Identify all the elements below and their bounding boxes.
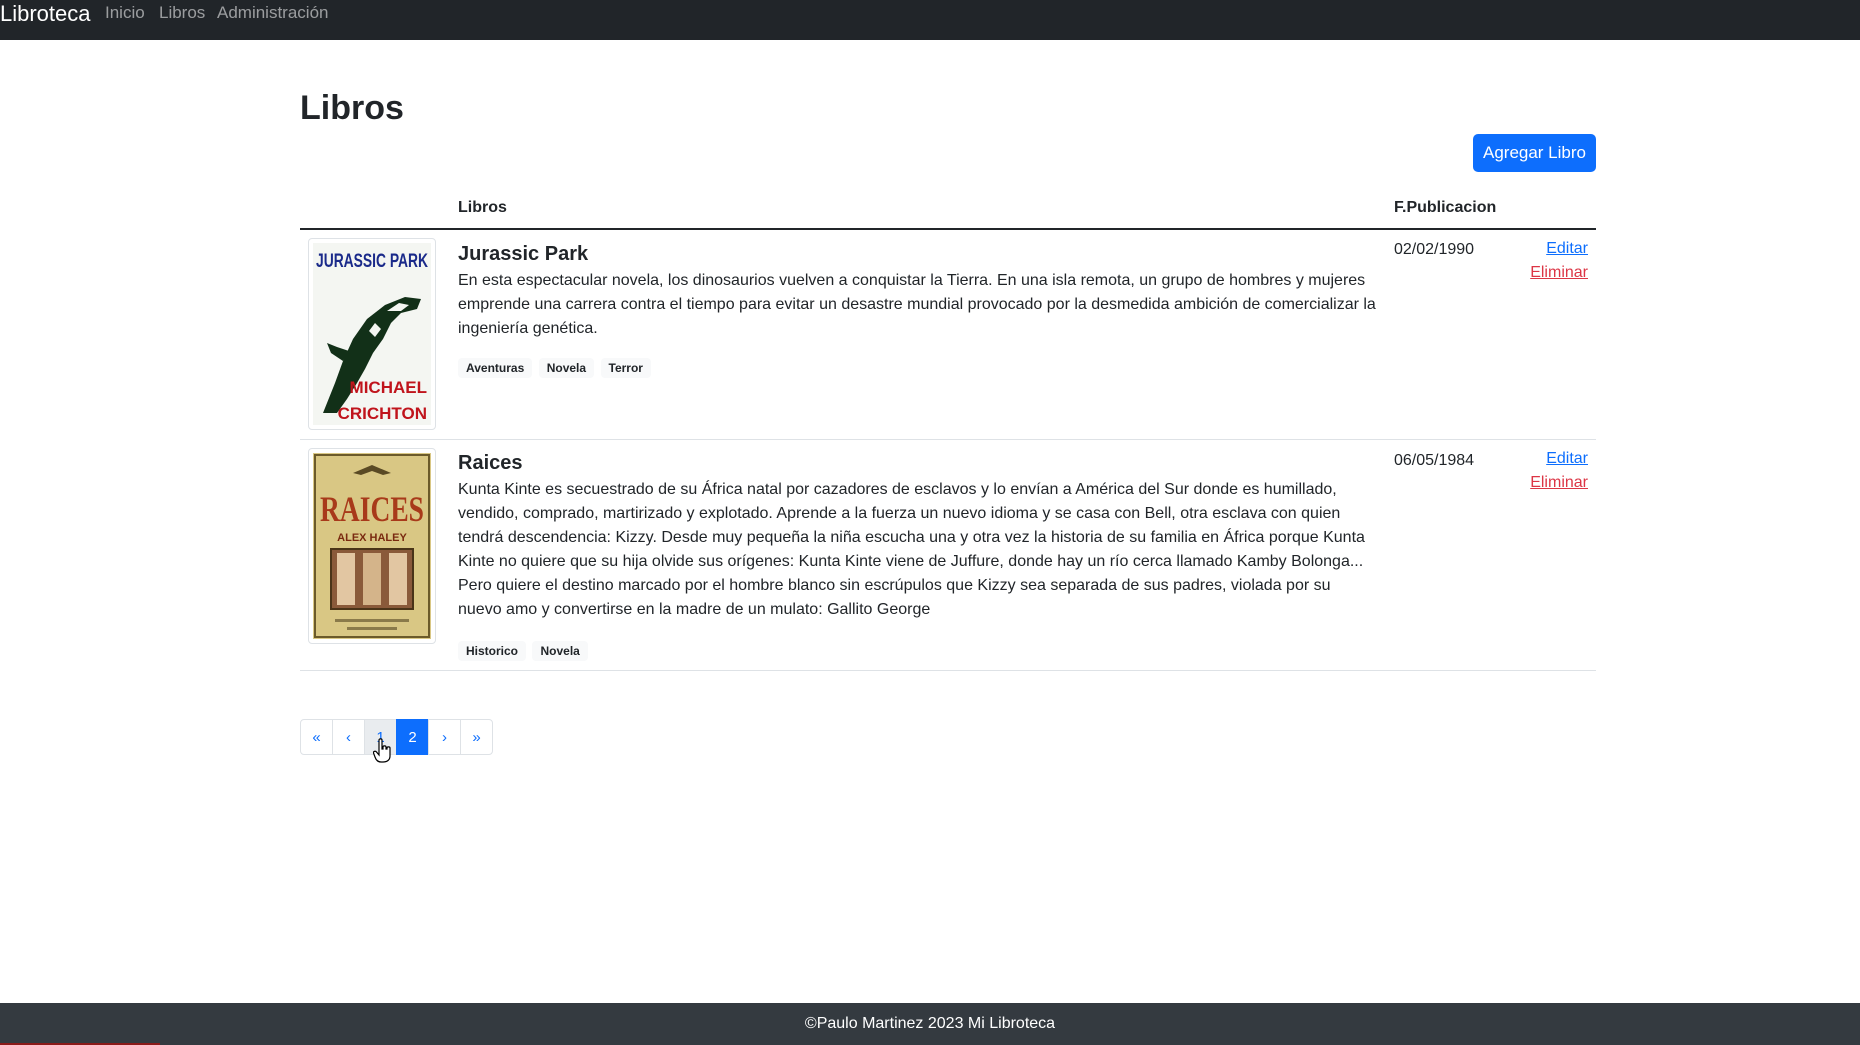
footer: ©Paulo Martinez 2023 Mi Libroteca (0, 1003, 1860, 1045)
column-header-books: Libros (458, 199, 507, 216)
book-description: Kunta Kinte es secuestrado de su África … (458, 481, 1365, 618)
edit-link[interactable]: Editar (1546, 450, 1588, 468)
table-row: JURASSIC PARK MICHAEL CRICHTON Jurassic … (300, 230, 1596, 440)
book-title: Jurassic Park (458, 243, 589, 265)
last-page-button[interactable]: » (460, 719, 493, 755)
delete-link[interactable]: Eliminar (1530, 264, 1588, 282)
next-page-button[interactable]: › (428, 719, 461, 755)
publication-date: 02/02/1990 (1394, 241, 1475, 258)
top-navbar: Libroteca Inicio Libros Administración (0, 0, 1860, 40)
genre-badge: Aventuras (458, 358, 533, 378)
column-header-date: F.Publicacion (1394, 199, 1497, 216)
publication-date: 06/05/1984 (1394, 452, 1475, 469)
table-header: Libros F.Publicacion (300, 190, 1596, 230)
brand-link[interactable]: Libroteca (0, 0, 91, 40)
nav-link-administracion[interactable]: Administración (217, 2, 329, 24)
book-cover-jurassic-park: JURASSIC PARK MICHAEL CRICHTON (308, 238, 436, 430)
svg-text:CRICHTON: CRICHTON (338, 404, 427, 423)
raices-cover-image: RAICES ALEX HALEY (313, 453, 431, 639)
svg-text:MICHAEL: MICHAEL (350, 378, 427, 397)
jurassic-park-cover-image: JURASSIC PARK MICHAEL CRICHTON (313, 243, 431, 425)
svg-text:JURASSIC PARK: JURASSIC PARK (316, 251, 428, 272)
genre-badge: Terror (600, 358, 651, 378)
first-page-button[interactable]: « (300, 719, 333, 755)
page-title: Libros (300, 89, 404, 127)
footer-text: ©Paulo Martinez 2023 Mi Libroteca (804, 1015, 1056, 1032)
add-book-button[interactable]: Agregar Libro (1473, 134, 1596, 172)
page-2-button[interactable]: 2 (396, 719, 429, 755)
nav-link-libros[interactable]: Libros (159, 2, 205, 24)
book-title: Raices (458, 452, 523, 474)
genre-badge: Novela (532, 641, 588, 661)
genre-badge: Historico (458, 641, 527, 661)
table-row: RAICES ALEX HALEY Raices Kunta Kinte es … (300, 440, 1596, 671)
svg-text:ALEX HALEY: ALEX HALEY (337, 532, 407, 544)
svg-text:RAICES: RAICES (320, 489, 424, 529)
previous-page-button[interactable]: ‹ (332, 719, 365, 755)
edit-link[interactable]: Editar (1546, 240, 1588, 258)
book-tags: Aventuras Novela Terror (458, 358, 653, 378)
book-tags: Historico Novela (458, 641, 590, 661)
nav-link-inicio[interactable]: Inicio (105, 2, 145, 24)
genre-badge: Novela (538, 358, 595, 378)
book-description: En esta espectacular novela, los dinosau… (458, 272, 1376, 337)
book-cover-raices: RAICES ALEX HALEY (308, 448, 436, 644)
delete-link[interactable]: Eliminar (1530, 474, 1588, 492)
pagination: « ‹ 1 2 › » (300, 719, 493, 757)
hand-cursor-icon (373, 738, 391, 763)
